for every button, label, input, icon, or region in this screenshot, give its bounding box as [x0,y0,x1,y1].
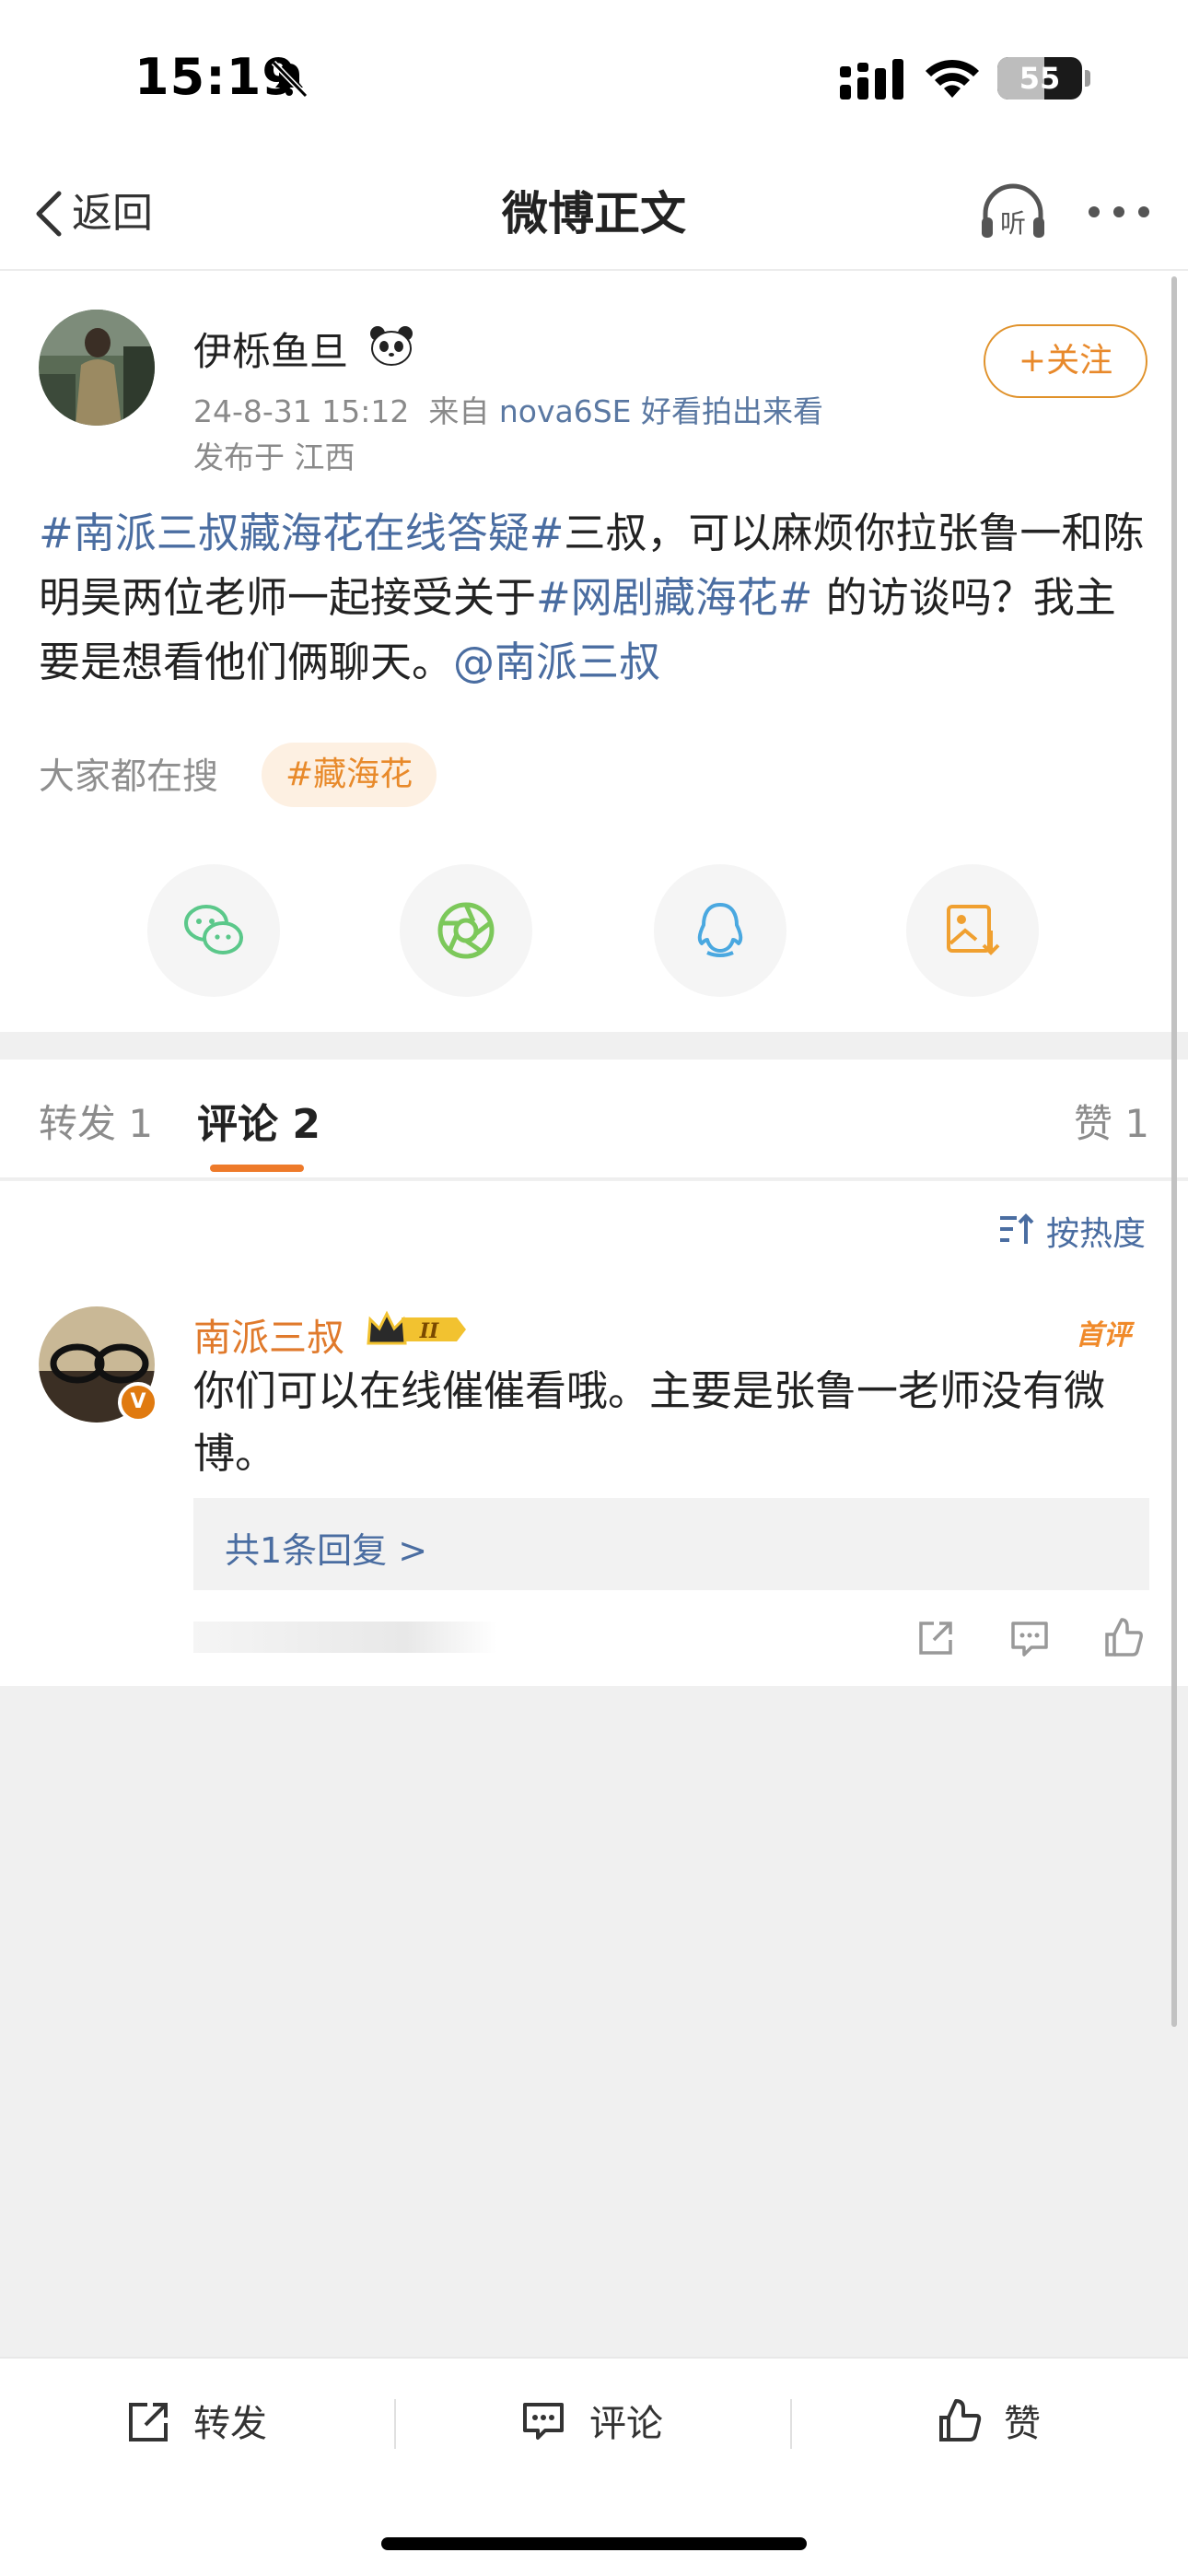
tab-comments[interactable]: 评论 2 [197,1091,320,1150]
save-image-icon [947,905,1000,955]
save-image-button[interactable] [906,864,1039,997]
share-wechat-button[interactable] [147,864,280,997]
like-button[interactable]: 赞 [1004,2394,1041,2447]
commenter-name[interactable]: 南派三叔 [193,1306,344,1362]
verified-badge: V [118,1382,158,1423]
sort-icon[interactable] [996,1209,1037,1249]
comment-meta-blurred [193,1622,497,1653]
trending-search-label: 大家都在搜 [39,756,219,798]
comment-reply-icon[interactable] [1007,1616,1052,1660]
comment-button[interactable]: 评论 [589,2394,663,2447]
topic-link[interactable]: #网剧藏海花# [536,573,812,622]
listen-label: 听 [1000,208,1026,239]
repost-button[interactable]: 转发 [193,2394,267,2447]
post-timestamp: 24-8-31 15:12 [193,393,410,429]
mention-link[interactable]: @南派三叔 [453,638,660,686]
scrollbar[interactable] [1171,276,1177,2027]
author-avatar[interactable] [39,310,155,426]
battery-level: 55 [1019,61,1061,96]
author-name[interactable]: 伊栎鱼旦 [193,321,348,377]
panda-emoji-icon [370,326,413,366]
qq-icon [697,903,743,957]
cellular-signal-icon [840,59,903,100]
author-avatar-image [39,310,155,426]
comment-repost-icon[interactable] [914,1616,958,1660]
section-divider [0,1032,1188,1060]
wechat-icon [184,905,243,954]
comment-icon[interactable] [519,2397,567,2445]
post-location: 发布于 江西 [193,439,355,475]
member-level: II [419,1319,439,1343]
home-indicator[interactable] [381,2537,807,2550]
active-tab-indicator [210,1165,304,1172]
listen-headphones-icon[interactable]: 听 [978,181,1048,243]
sort-by-hot-button[interactable]: 按热度 [1046,1207,1146,1255]
post-device[interactable]: nova6SE 好看拍出来看 [499,393,823,429]
more-options-icon[interactable] [1087,205,1151,219]
repost-icon[interactable] [125,2397,173,2445]
member-crown-icon: II [367,1310,466,1345]
reply-summary-link[interactable]: 共1条回复 > [225,1522,427,1573]
comment-like-icon[interactable] [1101,1616,1146,1660]
share-moments-button[interactable] [400,864,532,997]
post-body: #南派三叔藏海花在线答疑#三叔，可以麻烦你拉张鲁一和陈明昊两位老师一起接受关于#… [39,501,1153,695]
bottom-separator [394,2399,396,2449]
battery-cap [1085,70,1090,87]
post-meta: 24-8-31 15:12 来自 nova6SE 好看拍出来看 [193,387,823,431]
source-prefix: 来自 [428,393,490,429]
like-icon[interactable] [936,2397,984,2445]
trending-search-tag[interactable]: #藏海花 [262,743,437,807]
mute-bell-icon [271,60,309,99]
wifi-icon [926,59,979,98]
comment-text: 你们可以在线催催看哦。主要是张鲁一老师没有微博。 [193,1366,1106,1478]
follow-button[interactable]: +关注 [984,324,1147,398]
interaction-tabs [0,1060,1188,1179]
first-comment-badge: 首评 [1076,1319,1131,1352]
moments-icon [437,902,495,959]
battery-indicator: 55 [997,57,1082,100]
bottom-separator [790,2399,792,2449]
tab-likes[interactable]: 赞 1 [1074,1093,1149,1149]
share-qq-button[interactable] [654,864,786,997]
tab-repost[interactable]: 转发 1 [39,1093,153,1149]
topic-link[interactable]: #南派三叔藏海花在线答疑# [39,509,564,557]
